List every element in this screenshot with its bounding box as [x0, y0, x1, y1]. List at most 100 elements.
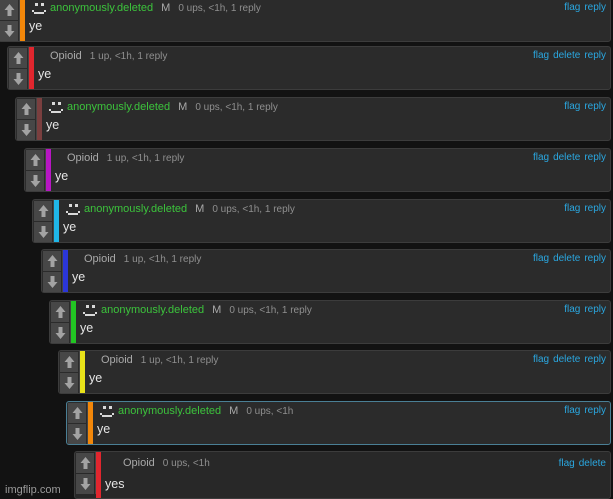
reply-link[interactable]: reply — [584, 354, 606, 365]
comment: anonymously.deleted M 0 ups, <1h, 1 repl… — [49, 300, 611, 344]
flag-link[interactable]: flag — [533, 50, 549, 61]
username-link[interactable]: Opioid — [84, 253, 116, 265]
upvote-button[interactable] — [9, 48, 27, 68]
downvote-button[interactable] — [9, 69, 27, 89]
username-link[interactable]: Opioid — [67, 152, 99, 164]
reply-link[interactable]: reply — [584, 101, 606, 112]
username-link[interactable]: Opioid — [123, 457, 155, 469]
flag-link[interactable]: flag — [564, 203, 580, 214]
delete-link[interactable]: delete — [579, 458, 606, 469]
comment-text: ye — [46, 118, 60, 132]
upvote-button[interactable] — [0, 0, 18, 20]
upvote-button[interactable] — [17, 99, 35, 119]
upvote-button[interactable] — [68, 403, 86, 423]
comment: Opioid 1 up, <1h, 1 reply flag delete repl… — [24, 148, 611, 192]
comment-meta: Opioid 1 up, <1h, 1 reply — [40, 49, 167, 63]
downvote-button[interactable] — [68, 424, 86, 444]
vote-controls — [8, 47, 29, 89]
comment-stats: 0 ups, <1h — [162, 457, 210, 469]
comment-actions: flag delete — [555, 458, 606, 469]
username-link[interactable]: Opioid — [101, 354, 133, 366]
comment-actions: flag delete reply — [529, 50, 606, 61]
username-link[interactable]: Opioid — [50, 50, 82, 62]
reply-link[interactable]: reply — [584, 253, 606, 264]
vote-controls — [0, 0, 20, 41]
vote-controls — [59, 351, 80, 393]
arrow-up-icon — [80, 457, 90, 469]
imgflip-watermark: imgflip.com — [5, 484, 61, 496]
reply-link[interactable]: reply — [584, 405, 606, 416]
delete-link[interactable]: delete — [553, 354, 580, 365]
vote-controls — [25, 149, 46, 191]
reply-link[interactable]: reply — [584, 50, 606, 61]
vote-controls — [75, 452, 96, 494]
upvote-button[interactable] — [76, 453, 94, 473]
upvote-button[interactable] — [43, 251, 61, 271]
username-link[interactable]: anonymously.deleted — [84, 203, 187, 215]
downvote-button[interactable] — [76, 474, 94, 494]
reply-link[interactable]: reply — [584, 304, 606, 315]
pixel-face-icon — [48, 101, 64, 113]
flag-link[interactable]: flag — [564, 101, 580, 112]
downvote-button[interactable] — [34, 222, 52, 242]
comment-text: ye — [72, 270, 86, 284]
username-link[interactable]: anonymously.deleted — [67, 101, 170, 113]
arrow-up-icon — [55, 306, 65, 318]
upvote-button[interactable] — [60, 352, 78, 372]
flag-link[interactable]: flag — [564, 405, 580, 416]
username-link[interactable]: anonymously.deleted — [101, 304, 204, 316]
vote-controls — [50, 301, 71, 343]
vote-controls — [42, 250, 63, 292]
delete-link[interactable]: delete — [553, 253, 580, 264]
upvote-button[interactable] — [26, 150, 44, 170]
comment-meta: Opioid 1 up, <1h, 1 reply — [74, 252, 201, 266]
thread-depth-bar — [80, 351, 85, 393]
comment-actions: flag delete reply — [529, 354, 606, 365]
arrow-up-icon — [30, 154, 40, 166]
arrow-up-icon — [64, 356, 74, 368]
downvote-button[interactable] — [0, 21, 18, 41]
mod-badge: M — [161, 2, 171, 14]
comment-actions: flag delete reply — [529, 152, 606, 163]
downvote-button[interactable] — [17, 120, 35, 140]
flag-link[interactable]: flag — [533, 253, 549, 264]
reply-link[interactable]: reply — [584, 203, 606, 214]
arrow-down-icon — [38, 226, 48, 238]
flag-link[interactable]: flag — [559, 458, 575, 469]
comment-stats: 1 up, <1h, 1 reply — [140, 354, 219, 366]
comment: Opioid 0 ups, <1h flag delete yes — [74, 451, 611, 499]
flag-link[interactable]: flag — [533, 354, 549, 365]
comment-text: yes — [105, 477, 125, 491]
reply-link[interactable]: reply — [584, 152, 606, 163]
comment-meta: anonymously.deleted M 0 ups, <1h, 1 repl… — [65, 202, 295, 216]
username-link[interactable]: anonymously.deleted — [118, 405, 221, 417]
arrow-up-icon — [13, 52, 23, 64]
flag-link[interactable]: flag — [564, 2, 580, 13]
arrow-down-icon — [55, 327, 65, 339]
downvote-button[interactable] — [26, 171, 44, 191]
arrow-up-icon — [47, 255, 57, 267]
comment-text: ye — [89, 371, 103, 385]
username-link[interactable]: anonymously.deleted — [50, 2, 153, 14]
delete-link[interactable]: delete — [553, 152, 580, 163]
flag-link[interactable]: flag — [533, 152, 549, 163]
upvote-button[interactable] — [51, 302, 69, 322]
flag-link[interactable]: flag — [564, 304, 580, 315]
thread-depth-bar — [71, 301, 76, 343]
downvote-button[interactable] — [51, 323, 69, 343]
thread-depth-bar — [29, 47, 34, 89]
downvote-button[interactable] — [43, 272, 61, 292]
comment-stats: 0 ups, <1h, 1 reply — [229, 304, 312, 316]
delete-link[interactable]: delete — [553, 50, 580, 61]
comment-stats: 1 up, <1h, 1 reply — [123, 253, 202, 265]
arrow-up-icon — [4, 4, 14, 16]
comment-stats: 1 up, <1h, 1 reply — [89, 50, 168, 62]
reply-link[interactable]: reply — [584, 2, 606, 13]
downvote-button[interactable] — [60, 373, 78, 393]
comment-text: ye — [63, 220, 77, 234]
comment-meta: anonymously.deleted M 0 ups, <1h, 1 repl… — [48, 100, 278, 114]
comment-actions: flag reply — [560, 101, 606, 112]
mod-badge: M — [178, 101, 188, 113]
pixel-face-icon — [99, 405, 115, 417]
upvote-button[interactable] — [34, 201, 52, 221]
